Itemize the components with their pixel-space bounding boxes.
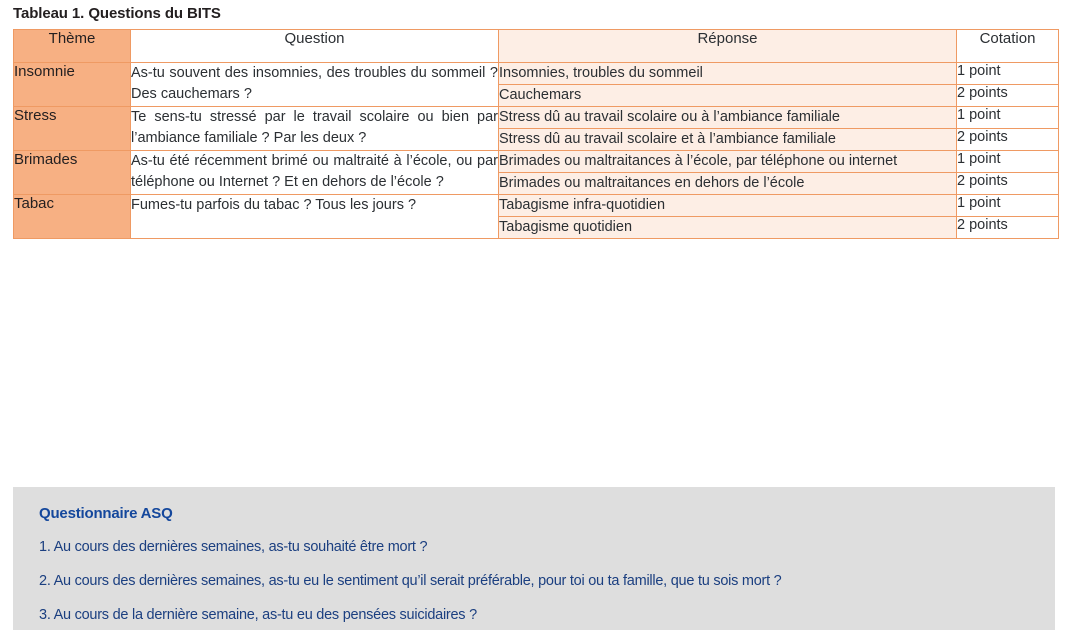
asq-questionnaire-panel: Questionnaire ASQ 1. Au cours des derniè… <box>13 487 1055 630</box>
column-header-reponse: Réponse <box>498 29 957 63</box>
cell-cotation: 2 points <box>956 172 1059 196</box>
cell-reponse: Cauchemars <box>498 84 957 108</box>
column-header-cotation: Cotation <box>956 29 1059 63</box>
cell-reponse: Stress dû au travail scolaire et à l’amb… <box>498 128 957 152</box>
asq-question-2: 2. Au cours des dernières semaines, as-t… <box>39 573 782 589</box>
table-row: Tabac Fumes-tu parfois du tabac ? Tous l… <box>13 194 1059 240</box>
cell-cotation: 1 point <box>956 194 1059 218</box>
cell-reponse: Brimades ou maltraitances à l’école, par… <box>498 150 957 174</box>
cell-question: Fumes-tu parfois du tabac ? Tous les jou… <box>130 194 499 240</box>
cell-cotation: 2 points <box>956 216 1059 240</box>
cell-reponse: Stress dû au travail scolaire ou à l’amb… <box>498 106 957 130</box>
page-title: Tableau 1. Questions du BITS <box>13 5 221 22</box>
cell-theme: Stress <box>13 106 131 152</box>
cell-theme: Brimades <box>13 150 131 196</box>
cell-cotation: 2 points <box>956 128 1059 152</box>
cell-question: As-tu été récemment brimé ou maltraité à… <box>130 150 499 196</box>
column-header-question: Question <box>130 29 499 63</box>
cell-question: As-tu souvent des insomnies, des trouble… <box>130 61 499 108</box>
cell-cotation: 1 point <box>956 150 1059 174</box>
table-row: Insomnie As-tu souvent des insomnies, de… <box>13 61 1059 108</box>
table-row: Stress Te sens-tu stressé par le travail… <box>13 106 1059 152</box>
asq-heading: Questionnaire ASQ <box>39 505 173 522</box>
column-header-theme: Thème <box>13 29 131 63</box>
table-header-row: Thème Question Réponse Cotation <box>13 29 1059 63</box>
table-row: Brimades As-tu été récemment brimé ou ma… <box>13 150 1059 196</box>
table-body: Insomnie As-tu souvent des insomnies, de… <box>13 61 1059 240</box>
bits-questions-table: Thème Question Réponse Cotation Insomnie… <box>13 29 1059 240</box>
table-header: Thème Question Réponse Cotation <box>13 29 1059 63</box>
cell-reponse: Tabagisme quotidien <box>498 216 957 240</box>
cell-reponse: Tabagisme infra-quotidien <box>498 194 957 218</box>
cell-cotation: 1 point <box>956 61 1059 86</box>
cell-question: Te sens-tu stressé par le travail scolai… <box>130 106 499 152</box>
cell-theme: Insomnie <box>13 61 131 108</box>
cell-cotation: 1 point <box>956 106 1059 130</box>
cell-reponse: Insomnies, troubles du sommeil <box>498 61 957 86</box>
asq-question-1: 1. Au cours des dernières semaines, as-t… <box>39 539 428 555</box>
asq-question-3: 3. Au cours de la dernière semaine, as-t… <box>39 607 477 623</box>
cell-reponse: Brimades ou maltraitances en dehors de l… <box>498 172 957 196</box>
cell-cotation: 2 points <box>956 84 1059 108</box>
cell-theme: Tabac <box>13 194 131 240</box>
